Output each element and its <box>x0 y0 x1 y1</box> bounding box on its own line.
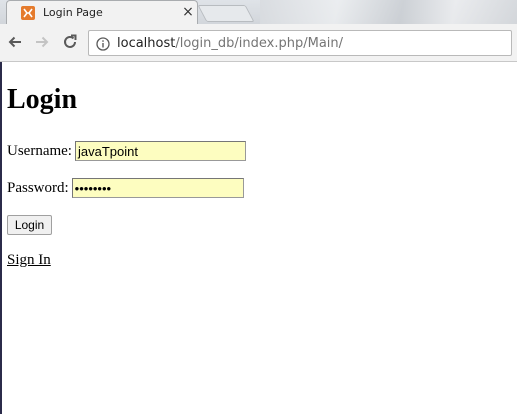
browser-toolbar: localhost/login_db/index.php/Main/ <box>0 24 517 62</box>
page-title: Login <box>7 84 78 115</box>
new-tab-button[interactable] <box>197 5 255 22</box>
xampp-icon <box>21 6 35 20</box>
password-value: •••••••• <box>74 180 112 196</box>
password-field[interactable]: •••••••• <box>71 178 244 198</box>
username-label: Username: <box>7 142 72 159</box>
url-host: localhost <box>117 36 176 51</box>
username-field[interactable]: javaTpoint <box>74 141 246 161</box>
tab-strip: Login Page × <box>0 0 517 24</box>
password-label: Password: <box>7 179 69 196</box>
close-tab-icon[interactable]: × <box>181 4 195 20</box>
username-value: javaTpoint <box>77 143 138 159</box>
url-text: localhost/login_db/index.php/Main/ <box>117 36 343 51</box>
username-row: Username: javaTpoint <box>7 140 246 162</box>
reload-icon[interactable] <box>61 33 79 51</box>
back-arrow-icon[interactable] <box>6 33 24 51</box>
address-bar[interactable]: localhost/login_db/index.php/Main/ <box>88 30 512 56</box>
forward-arrow-icon[interactable] <box>33 33 51 51</box>
browser-tab[interactable]: Login Page × <box>6 0 198 24</box>
password-row: Password: •••••••• <box>7 177 244 199</box>
page-content: Login Username: javaTpoint Password: •••… <box>0 62 517 414</box>
url-path: /login_db/index.php/Main/ <box>175 36 344 51</box>
sign-in-link[interactable]: Sign In <box>7 252 51 269</box>
tab-title: Login Page <box>43 6 103 19</box>
info-icon[interactable] <box>96 36 110 51</box>
login-button[interactable]: Login <box>7 215 52 235</box>
tabstrip-background <box>260 0 517 24</box>
